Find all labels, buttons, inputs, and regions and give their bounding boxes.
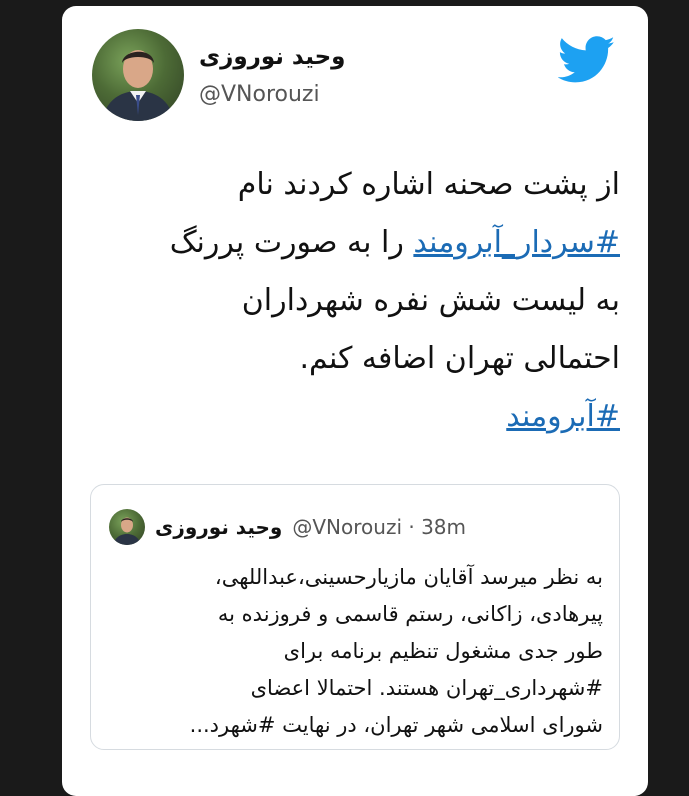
author-avatar[interactable] [92, 29, 184, 121]
quoted-line: طور جدی مشغول تنظیم برنامه برای [283, 639, 603, 663]
tweet-line: #آبرومند [92, 388, 620, 446]
tweet-line: از پشت صحنه اشاره کردند نام [237, 167, 620, 202]
tweet-line: #سردار_آبرومند را به صورت پررنگ [92, 214, 620, 272]
tweet-line-text: را به صورت پررنگ [169, 225, 404, 260]
quoted-line: پیرهادی، زاکانی، رستم قاسمی و فروزنده به [217, 602, 603, 626]
tweet-line: به لیست شش نفره شهرداران [241, 283, 620, 318]
quoted-line: به نظر میرسد آقایان مازیارحسینی،عبداللهی… [214, 565, 603, 589]
hashtag-link[interactable]: #سردار_آبرومند [413, 225, 620, 260]
tweet-body: از پشت صحنه اشاره کردند نام #سردار_آبروم… [92, 156, 620, 446]
tweet-card[interactable]: وحید نوروزی @VNorouzi از پشت صحنه اشاره … [62, 6, 648, 796]
quoted-tweet-header: وحید نوروزی @VNorouzi · 38m [109, 507, 466, 547]
quoted-line: #شهرداری_تهران هستند. احتمالا اعضای [250, 676, 603, 700]
quoted-author-avatar[interactable] [109, 509, 145, 545]
quoted-tweet[interactable]: وحید نوروزی @VNorouzi · 38m به نظر میرسد… [90, 484, 620, 750]
author-handle[interactable]: @VNorouzi [199, 82, 320, 107]
tweet-line: احتمالی تهران اضافه کنم. [299, 341, 620, 376]
hashtag-link[interactable]: #آبرومند [506, 399, 620, 434]
quoted-author-name[interactable]: وحید نوروزی [155, 515, 282, 539]
author-name[interactable]: وحید نوروزی [199, 44, 359, 70]
quoted-author-handle-time[interactable]: @VNorouzi · 38m [292, 515, 466, 539]
quoted-line: شورای اسلامی شهر تهران، در نهایت #شهرد..… [189, 713, 603, 737]
quoted-tweet-body: به نظر میرسد آقایان مازیارحسینی،عبداللهی… [109, 559, 603, 744]
twitter-bird-icon [558, 36, 615, 83]
